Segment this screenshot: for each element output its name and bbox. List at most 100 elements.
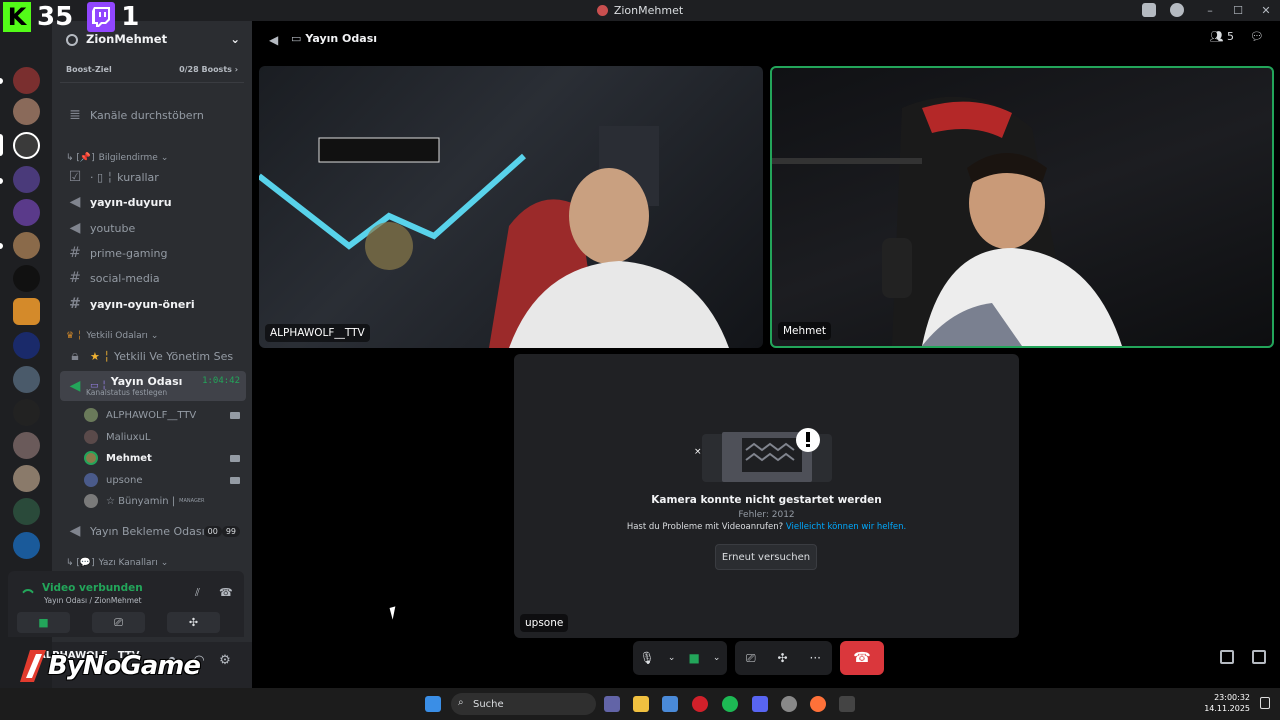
category-label: Yetkili Odaları bbox=[86, 331, 148, 341]
file-explorer-icon[interactable] bbox=[633, 696, 649, 712]
server-icon[interactable] bbox=[13, 498, 40, 525]
server-icon[interactable] bbox=[13, 332, 40, 359]
channel-youtube[interactable]: ◀ youtube bbox=[60, 217, 246, 239]
disconnect-button[interactable]: ☎ bbox=[840, 641, 884, 675]
discord-icon[interactable] bbox=[752, 696, 768, 712]
app-icon[interactable] bbox=[781, 696, 797, 712]
camera-icon[interactable]: ■ bbox=[688, 651, 699, 665]
gift-icon[interactable] bbox=[13, 298, 40, 325]
voice-status: Video verbunden bbox=[42, 582, 143, 594]
mic-camera-controls: 🎙︎ ⌄ ■ ⌄ bbox=[633, 641, 727, 675]
lock-icon: 🔒︎ bbox=[71, 348, 79, 364]
user-count: 00 bbox=[203, 525, 222, 537]
server-icon[interactable] bbox=[13, 465, 40, 492]
error-code: Fehler: 2012 bbox=[738, 510, 795, 520]
taskbar-search[interactable]: ⌕ Suche bbox=[451, 693, 596, 715]
voice-user-name: Mehmet bbox=[106, 452, 152, 464]
teams-icon[interactable] bbox=[604, 696, 620, 712]
channel-yayin-duyuru[interactable]: ◀ yayın-duyuru bbox=[60, 191, 246, 213]
channel-prime-gaming[interactable]: # prime-gaming bbox=[60, 242, 246, 264]
server-icon[interactable] bbox=[13, 399, 40, 426]
opera-icon[interactable] bbox=[692, 696, 708, 712]
server-icon[interactable] bbox=[13, 366, 40, 393]
screen-share-button[interactable]: ⎚ bbox=[92, 612, 145, 633]
minimize-button[interactable]: – bbox=[1196, 4, 1224, 17]
inbox-icon[interactable] bbox=[1142, 3, 1156, 17]
activities-button[interactable]: ✣ bbox=[167, 612, 220, 633]
server-icon[interactable] bbox=[13, 166, 40, 193]
camera-button[interactable]: ■ bbox=[17, 612, 70, 633]
spotify-icon[interactable] bbox=[722, 696, 738, 712]
watermark: ByNoGame bbox=[16, 648, 201, 684]
fullscreen-icon[interactable] bbox=[1252, 650, 1266, 664]
server-icon-active[interactable] bbox=[13, 132, 40, 159]
channel-label: yayın-oyun-öneri bbox=[90, 297, 195, 311]
server-icon[interactable] bbox=[13, 532, 40, 559]
voice-user[interactable]: ☆ Bünyamin | MANAGER bbox=[84, 491, 246, 511]
voice-user[interactable]: ALPHAWOLF__TTV bbox=[84, 405, 246, 425]
channel-status-link[interactable]: Kanalstatus festlegen bbox=[86, 388, 167, 397]
video-tile-speaking[interactable]: Mehmet bbox=[770, 66, 1274, 348]
channel-kurallar[interactable]: ☑ · ▯ ╎ kurallar bbox=[60, 166, 246, 188]
app-icon[interactable] bbox=[839, 696, 855, 712]
microphone-icon[interactable]: 🎙︎ bbox=[640, 651, 655, 665]
settings-icon[interactable]: ⚙ bbox=[218, 654, 232, 668]
retry-button[interactable]: Erneut versuchen bbox=[715, 544, 817, 570]
voice-user[interactable]: upsone bbox=[84, 470, 246, 490]
noise-suppression-icon[interactable]: ⫽ bbox=[195, 586, 200, 600]
channel-bekleme[interactable]: ◀ Yayın Bekleme Odası 00 99 bbox=[60, 520, 246, 542]
store-icon[interactable] bbox=[662, 696, 678, 712]
activities-icon[interactable]: ✣ bbox=[778, 651, 788, 665]
browse-channels[interactable]: ≣ Kanäle durchstöbern bbox=[60, 104, 246, 126]
chevron-down-icon: ⌄ bbox=[150, 331, 159, 341]
category-yetkili[interactable]: ♛ ╎ Yetkili Odaları ⌄ bbox=[66, 328, 158, 344]
titlebar-icons bbox=[1142, 3, 1184, 17]
camera-icon bbox=[230, 476, 240, 484]
notification-icon[interactable] bbox=[1260, 697, 1270, 709]
server-icon[interactable] bbox=[13, 199, 40, 226]
avatar bbox=[84, 408, 98, 422]
server-icon[interactable] bbox=[13, 432, 40, 459]
server-icon[interactable] bbox=[13, 98, 40, 125]
more-icon[interactable]: ··· bbox=[810, 651, 821, 665]
help-link[interactable]: Vielleicht können wir helfen. bbox=[786, 522, 906, 532]
boost-goal[interactable]: Boost-Ziel 0/28 Boosts › bbox=[60, 57, 244, 83]
chevron-down-icon[interactable]: ⌄ bbox=[668, 653, 676, 663]
channel-yayin-odasi[interactable]: ◀ ▭ ╎ Yayın Odası 1:04:42 Kanalstatus fe… bbox=[60, 371, 246, 401]
server-icon[interactable] bbox=[13, 67, 40, 94]
watermark-logo-icon bbox=[16, 648, 52, 684]
start-icon[interactable] bbox=[425, 696, 441, 712]
channel-yetkili-ses[interactable]: 🔒︎ ★ ╎ Yetkili Ve Yönetim Ses bbox=[60, 345, 246, 367]
voice-user[interactable]: Mehmet bbox=[84, 448, 246, 468]
channel-social-media[interactable]: # social-media bbox=[60, 267, 246, 289]
server-icon[interactable] bbox=[13, 232, 40, 259]
close-button[interactable]: ✕ bbox=[1252, 4, 1280, 17]
disconnect-icon[interactable]: ☎ bbox=[219, 586, 233, 599]
channel-label: Yetkili Ve Yönetim Ses bbox=[113, 349, 234, 363]
screen-share-icon[interactable]: ⎚ bbox=[746, 651, 756, 666]
voice-user[interactable]: MaliuxuL bbox=[84, 427, 246, 447]
server-name: ZionMehmet bbox=[86, 32, 168, 46]
channel-label: Yayın Odası bbox=[110, 374, 183, 388]
category-yazi[interactable]: ↳ [💬] Yazı Kanalları ⌄ bbox=[66, 555, 168, 571]
maximize-button[interactable]: ☐ bbox=[1224, 4, 1252, 17]
voice-user-name: upsone bbox=[106, 474, 143, 486]
hash-icon: # bbox=[69, 270, 81, 286]
voice-location[interactable]: Yayın Odası / ZionMehmet bbox=[44, 596, 142, 605]
channel-yayin-oyun-oneri[interactable]: # yayın-oyun-öneri bbox=[60, 293, 246, 315]
tile-name-tag: Mehmet bbox=[778, 322, 831, 340]
clock-time: 23:00:32 bbox=[1214, 693, 1250, 702]
participants-button[interactable]: 👥︎ 5 bbox=[1210, 30, 1234, 43]
taskbar-clock[interactable]: 23:00:32 14.11.2025 bbox=[1204, 692, 1250, 714]
chevron-down-icon[interactable]: ⌄ bbox=[713, 653, 721, 663]
clock-date: 14.11.2025 bbox=[1204, 704, 1250, 713]
category-bilgilendirme[interactable]: ↳ [📌] Bilgilendirme ⌄ bbox=[66, 150, 168, 166]
video-tile[interactable]: ALPHAWOLF__TTV bbox=[259, 66, 763, 348]
unread-pill bbox=[0, 178, 3, 184]
chat-icon[interactable]: 💬︎ bbox=[1250, 30, 1264, 43]
firefox-icon[interactable] bbox=[810, 696, 826, 712]
popout-icon[interactable] bbox=[1220, 650, 1234, 664]
help-icon[interactable] bbox=[1170, 3, 1184, 17]
server-icon[interactable] bbox=[13, 265, 40, 292]
unread-pill bbox=[0, 243, 3, 249]
